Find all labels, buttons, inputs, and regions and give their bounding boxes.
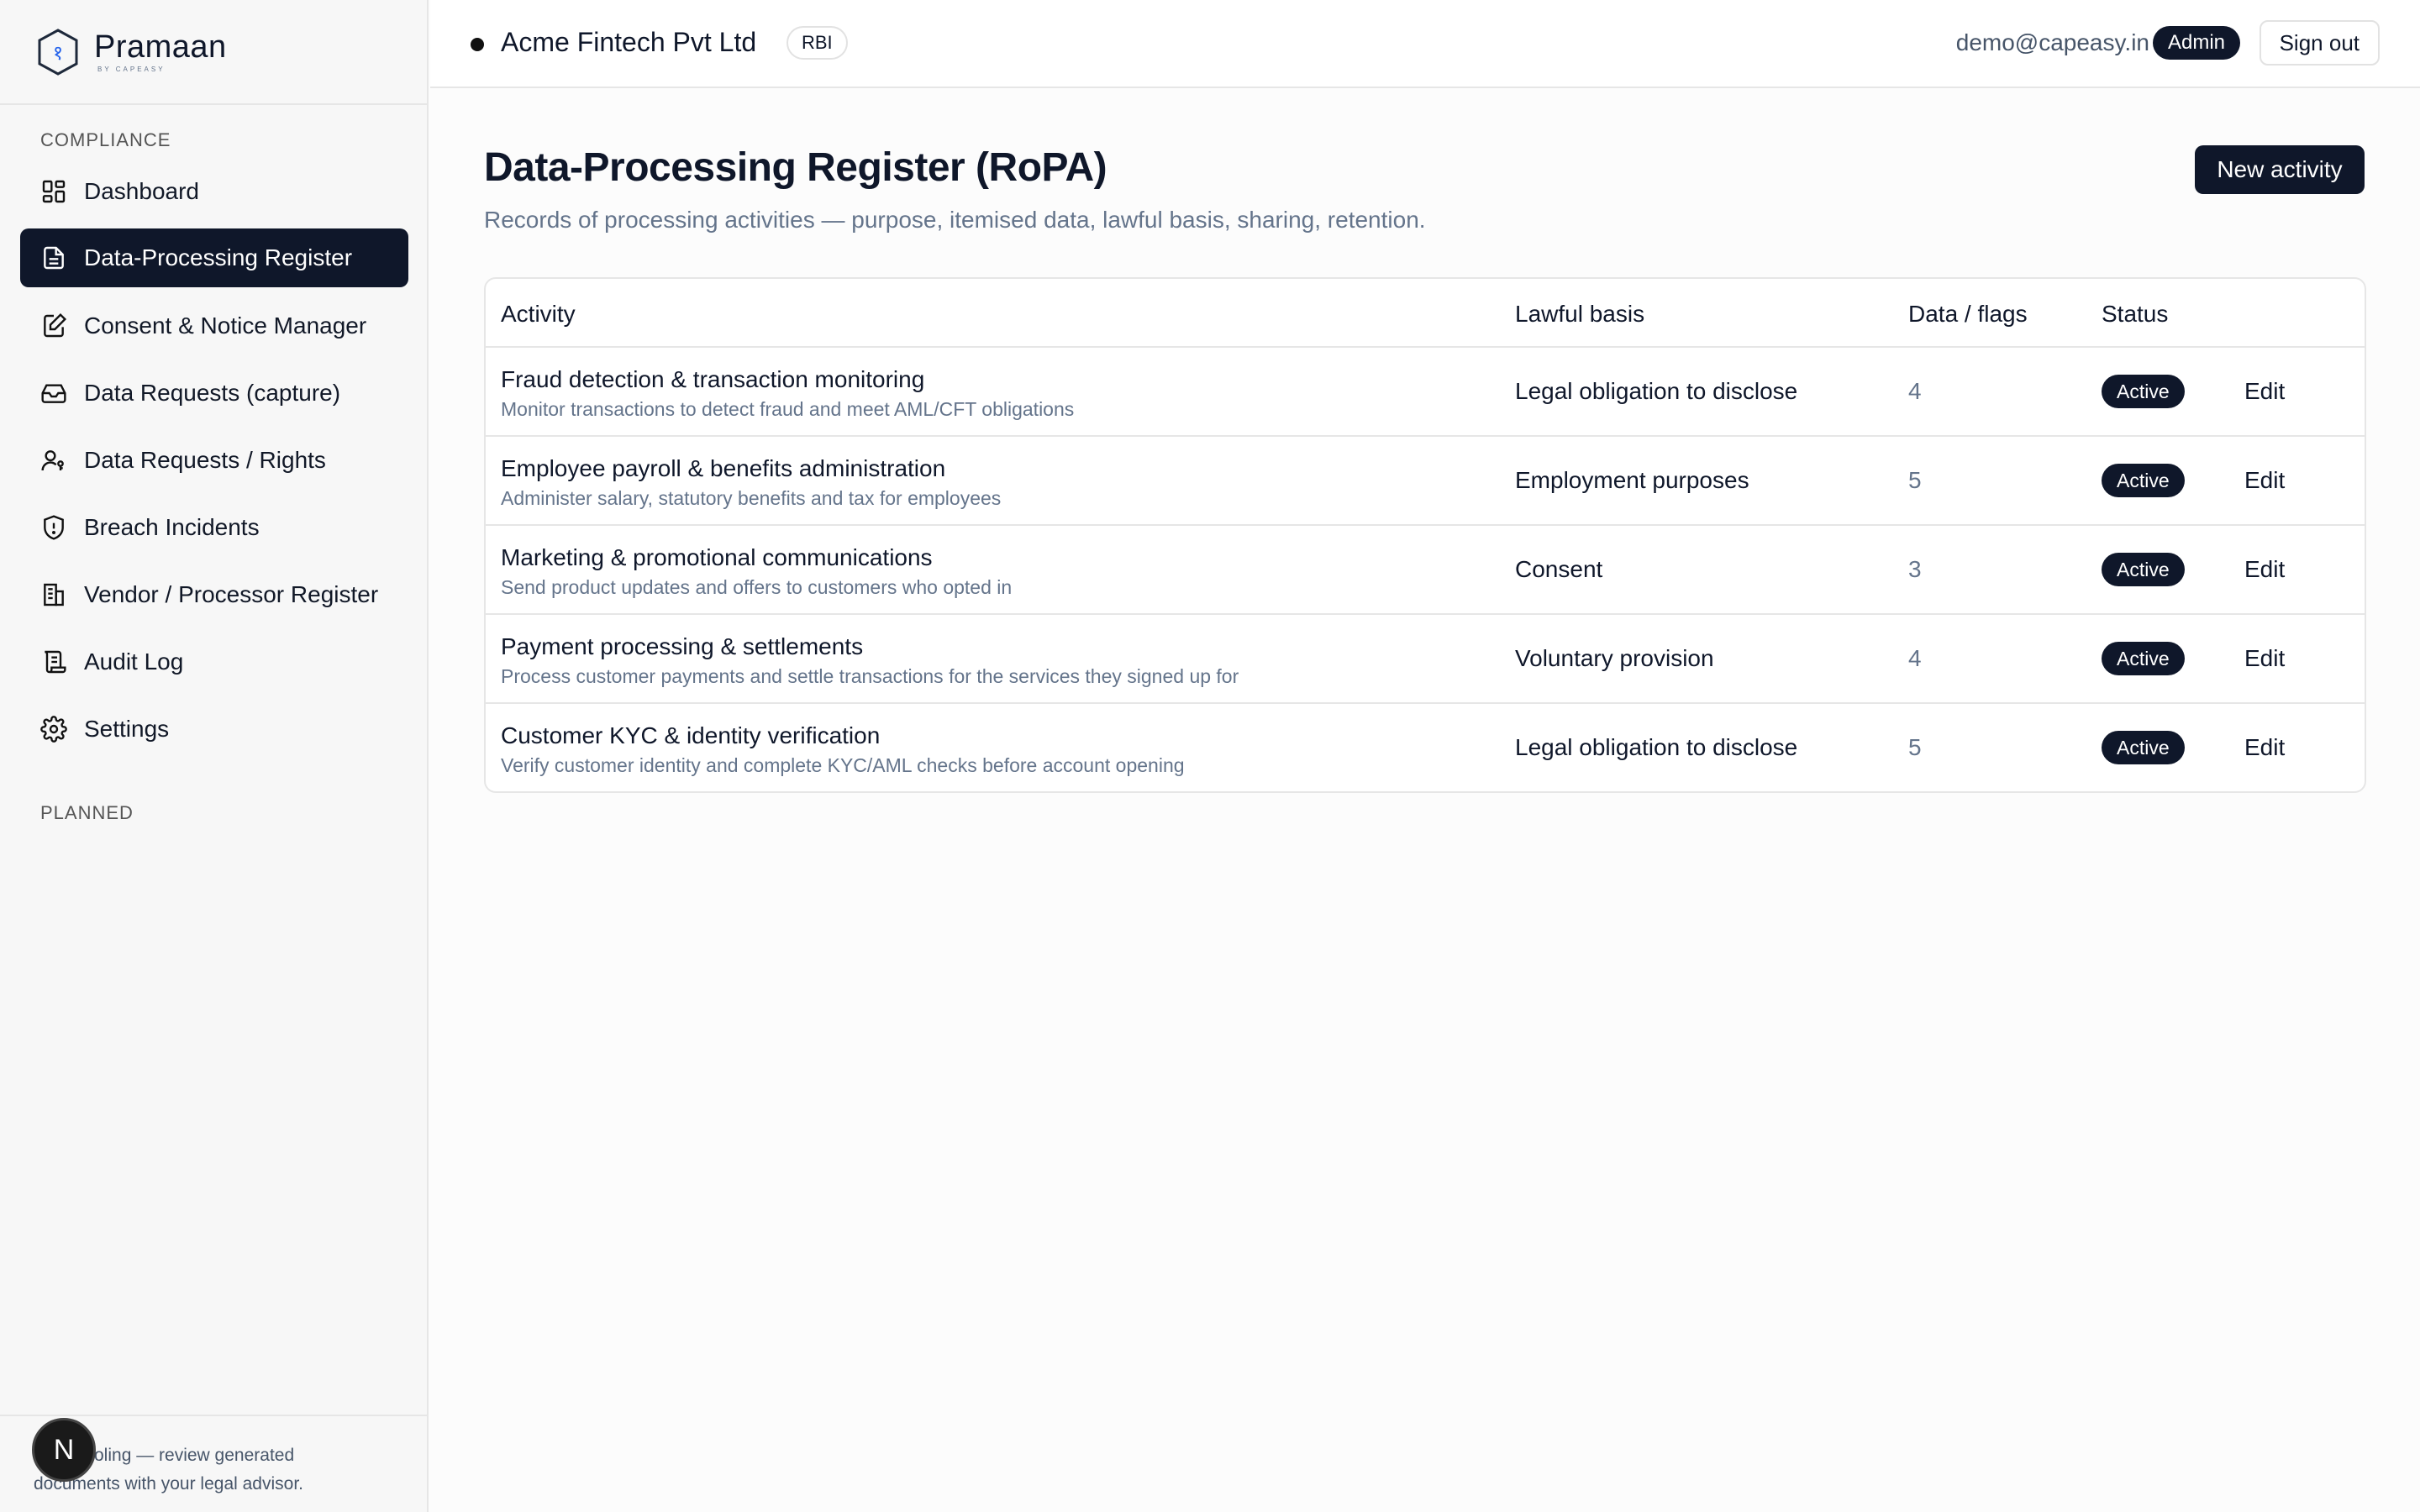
new-activity-button[interactable]: New activity (2195, 145, 2365, 194)
brand-tagline: BY CAPEASY (97, 65, 166, 73)
shield-alert-icon (44, 515, 64, 540)
table-row: Payment processing & settlements Process… (486, 615, 2365, 704)
brand-name: Pramaan (94, 29, 227, 65)
sidebar-item-data-requests-capture[interactable]: Data Requests (capture) (20, 364, 408, 423)
floating-avatar-button[interactable]: N (32, 1418, 96, 1482)
user-key-icon (41, 450, 64, 471)
activity-title: Fraud detection & transaction monitoring (501, 366, 925, 392)
activity-description: Send product updates and offers to custo… (501, 576, 1013, 598)
dashboard-icon (42, 180, 66, 203)
table-row: Employee payroll & benefits administrati… (486, 437, 2365, 526)
data-flags-count: 4 (1908, 645, 1922, 671)
edit-link[interactable]: Edit (2244, 378, 2285, 405)
activity-description: Administer salary, statutory benefits an… (501, 487, 1002, 509)
sidebar-item-label: Vendor / Processor Register (84, 581, 379, 607)
brand[interactable]: १ Pramaan BY CAPEASY (0, 0, 427, 105)
sidebar-item-label: Dashboard (84, 178, 199, 204)
sidebar-item-data-requests-rights[interactable]: Data Requests / Rights (20, 431, 408, 490)
activity-description: Verify customer identity and complete KY… (501, 754, 1185, 776)
status-badge: Active (2102, 464, 2185, 497)
activity-title: Employee payroll & benefits administrati… (501, 455, 946, 481)
sidebar-item-data-processing-register[interactable]: Data-Processing Register (20, 228, 408, 287)
status-badge: Active (2102, 375, 2185, 408)
sidebar-item-label: Audit Log (84, 648, 184, 675)
table-row: Fraud detection & transaction monitoring… (486, 348, 2365, 437)
sidebar-item-consent-notice-manager[interactable]: Consent & Notice Manager (20, 297, 408, 355)
status-badge: Active (2102, 553, 2185, 586)
regulator-badge: RBI (786, 26, 848, 60)
brand-logo-icon: १ (38, 28, 78, 76)
activity-description: Monitor transactions to detect fraud and… (501, 398, 1075, 420)
inbox-icon (41, 384, 66, 403)
activity-title: Marketing & promotional communications (501, 544, 933, 570)
page-subtitle: Records of processing activities — purpo… (484, 207, 1426, 233)
column-header-activity: Activity (501, 301, 576, 327)
lawful-basis: Legal obligation to disclose (1515, 378, 1798, 404)
activity-title: Customer KYC & identity verification (501, 722, 881, 748)
section-label-compliance: COMPLIANCE (40, 129, 171, 150)
gear-icon (40, 716, 67, 743)
ropa-table: Activity Lawful basis Data / flags Statu… (484, 277, 2366, 793)
building-icon (44, 583, 64, 606)
org-name: Acme Fintech Pvt Ltd (501, 27, 757, 57)
data-flags-count: 5 (1908, 467, 1922, 493)
status-badge: Active (2102, 642, 2185, 675)
sidebar-item-audit-log[interactable]: Audit Log (20, 633, 408, 691)
sign-out-button[interactable]: Sign out (2259, 20, 2380, 66)
scroll-icon (45, 650, 66, 674)
edit-document-icon (44, 312, 67, 338)
lawful-basis: Voluntary provision (1515, 645, 1714, 671)
data-flags-count: 3 (1908, 556, 1922, 582)
sidebar-item-label: Data Requests / Rights (84, 447, 326, 473)
column-header-status: Status (2102, 301, 2169, 327)
table-header: Activity Lawful basis Data / flags Statu… (486, 279, 2365, 348)
page-title: Data-Processing Register (RoPA) (484, 145, 1107, 190)
edit-link[interactable]: Edit (2244, 734, 2285, 761)
sidebar-item-label: Data Requests (capture) (84, 380, 341, 406)
user-email: demo@capeasy.in (1955, 29, 2149, 55)
column-header-lawful-basis: Lawful basis (1515, 301, 1645, 327)
activity-title: Payment processing & settlements (501, 633, 864, 659)
column-header-data-flags: Data / flags (1908, 301, 2028, 327)
section-label-planned: PLANNED (40, 802, 134, 823)
sidebar-item-dashboard[interactable]: Dashboard (20, 162, 408, 221)
svg-text:१: १ (53, 41, 63, 65)
lawful-basis: Consent (1515, 556, 1603, 582)
disclaimer-line-2: documents with your legal advisor. (34, 1474, 303, 1494)
sidebar-item-label: Data-Processing Register (84, 244, 353, 270)
edit-link[interactable]: Edit (2244, 467, 2285, 494)
sidebar-item-settings[interactable]: Settings (20, 700, 408, 759)
role-badge: Admin (2152, 26, 2240, 60)
sidebar-item-label: Consent & Notice Manager (84, 312, 367, 339)
sidebar: १ Pramaan BY CAPEASY COMPLIANCE Dashboar… (0, 0, 429, 1512)
data-flags-count: 5 (1908, 734, 1922, 760)
lawful-basis: Employment purposes (1515, 467, 1749, 493)
edit-link[interactable]: Edit (2244, 645, 2285, 672)
status-badge: Active (2102, 731, 2185, 764)
table-row: Customer KYC & identity verification Ver… (486, 704, 2365, 791)
data-flags-count: 4 (1908, 378, 1922, 404)
sidebar-item-breach-incidents[interactable]: Breach Incidents (20, 498, 408, 557)
table-row: Marketing & promotional communications S… (486, 526, 2365, 615)
edit-link[interactable]: Edit (2244, 556, 2285, 583)
document-icon (44, 246, 64, 270)
top-bar: Acme Fintech Pvt Ltd RBI demo@capeasy.in… (430, 0, 2420, 88)
activity-description: Process customer payments and settle tra… (501, 665, 1239, 687)
lawful-basis: Legal obligation to disclose (1515, 734, 1798, 760)
sidebar-item-label: Settings (84, 716, 170, 742)
org-status-dot (471, 38, 484, 51)
sidebar-item-label: Breach Incidents (84, 514, 260, 540)
sidebar-item-vendor-processor-register[interactable]: Vendor / Processor Register (20, 565, 408, 624)
